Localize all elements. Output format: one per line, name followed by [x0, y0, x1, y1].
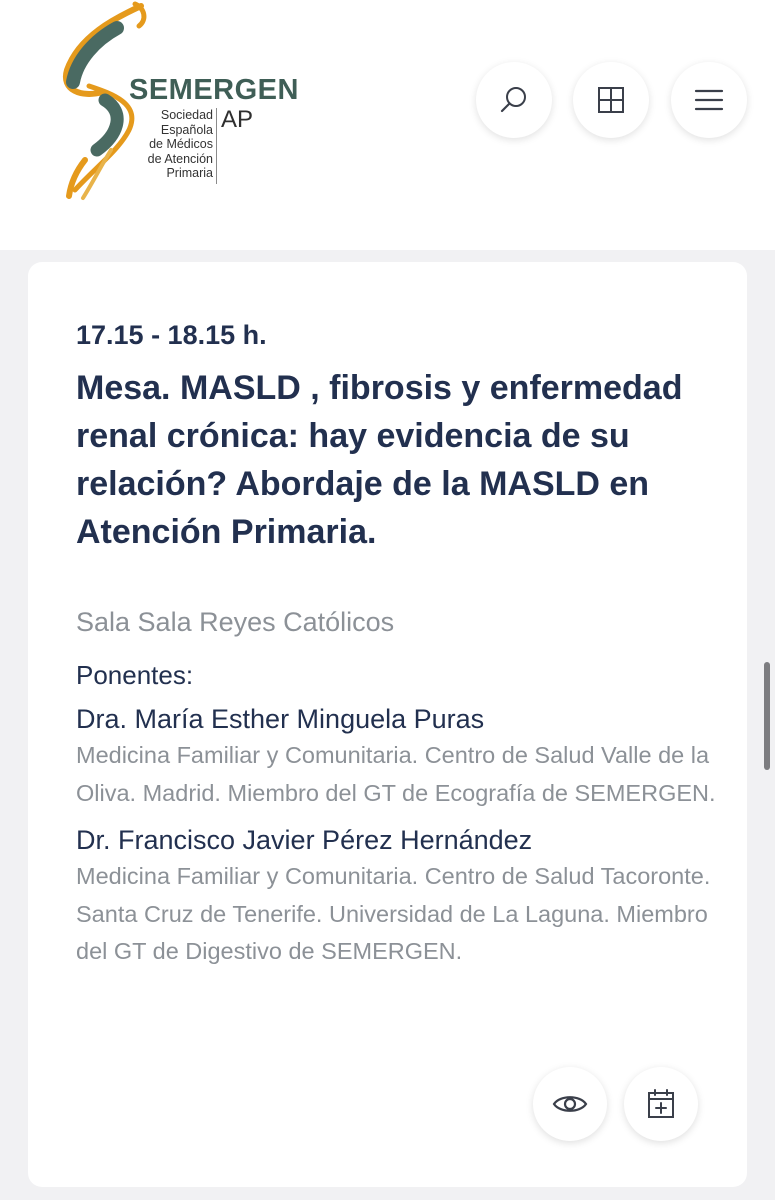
session-card: 17.15 - 18.15 h. Mesa. MASLD , fibrosis … [28, 262, 747, 1187]
logo-subtitle-line: Sociedad [160, 108, 213, 122]
speaker-list: Dra. María Esther Minguela Puras Medicin… [76, 701, 716, 981]
speaker-name: Dr. Francisco Javier Pérez Hernández [76, 825, 533, 855]
logo-divider [216, 108, 217, 184]
logo-subtitle: Sociedad Española de Médicos de Atención… [147, 108, 213, 181]
logo-subtitle-line: Primaria [166, 166, 213, 180]
grid-button[interactable] [573, 62, 649, 138]
logo-name: SEMERGEN [129, 74, 299, 106]
speaker-affiliation: Medicina Familiar y Comunitaria. Centro … [76, 742, 716, 806]
logo-subtitle-line: de Atención [147, 151, 213, 166]
session-room: Sala Sala Reyes Católicos [76, 607, 395, 637]
grid-icon [598, 87, 624, 113]
site-header: SEMERGEN Sociedad Española de Médicos de… [0, 0, 775, 250]
menu-button[interactable] [671, 62, 747, 138]
search-icon [500, 87, 526, 113]
logo-subtitle-line: de Médicos [149, 137, 213, 151]
search-button[interactable] [476, 62, 552, 138]
eye-icon [552, 1096, 588, 1112]
speaker-item: Dr. Francisco Javier Pérez Hernández Med… [76, 822, 716, 971]
speaker-affiliation: Medicina Familiar y Comunitaria. Centro … [76, 863, 711, 964]
semergen-logo[interactable]: SEMERGEN Sociedad Española de Médicos de… [55, 0, 305, 210]
add-to-calendar-button[interactable] [624, 1067, 698, 1141]
view-button[interactable] [533, 1067, 607, 1141]
hamburger-menu-icon [694, 89, 724, 111]
scrollbar-thumb[interactable] [764, 662, 770, 770]
session-time: 17.15 - 18.15 h. [76, 320, 267, 350]
speaker-item: Dra. María Esther Minguela Puras Medicin… [76, 701, 716, 812]
speaker-name: Dra. María Esther Minguela Puras [76, 704, 485, 734]
logo-subtitle-line: Española [160, 122, 213, 137]
calendar-add-icon [648, 1089, 674, 1118]
speakers-label: Ponentes: [76, 660, 194, 690]
session-title: Mesa. MASLD , fibrosis y enfermedad rena… [76, 369, 683, 551]
logo-suffix: AP [221, 106, 254, 133]
